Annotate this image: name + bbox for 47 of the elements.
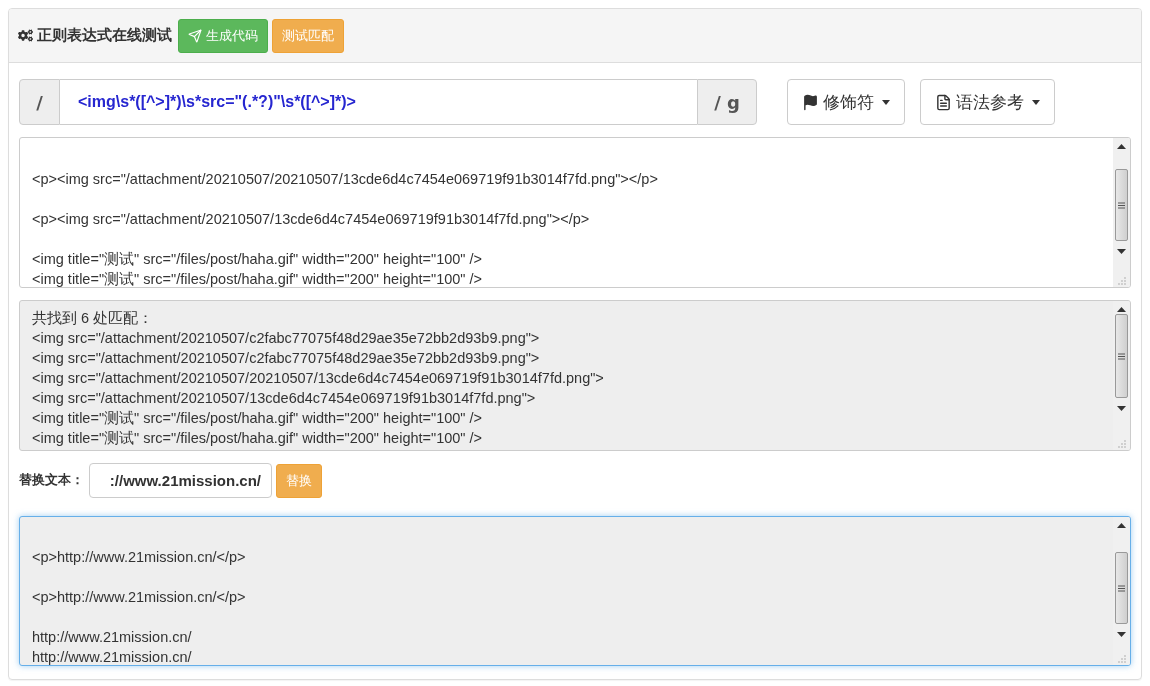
text-line: <img title="测试" src="/files/post/haha.gif" width="200" height="100" /> (32, 429, 484, 448)
caret-icon (1032, 99, 1040, 105)
text-line: <p>http://www.21mission.cn/</p> (32, 588, 247, 607)
text-line: <img title="测试" src="/files/post/haha.gif" width="200" height="100" /> (32, 270, 484, 287)
regex-flags: / g (697, 79, 757, 125)
text-line: <p><img src="/attachment/20210507/13cde6d4c7454e069719f91b3014f7fd.png"></p> (32, 210, 591, 229)
text-line: <p>http://www.21mission.cn/</p> (32, 548, 247, 567)
paper-plane-icon (188, 28, 202, 43)
document-icon (935, 93, 952, 111)
text-line: 共找到 6 处匹配： (32, 309, 155, 328)
scrollbar-thumb[interactable] (1115, 552, 1128, 624)
scroll-down-icon[interactable] (1117, 632, 1126, 637)
scrollbar-thumb[interactable] (1115, 314, 1128, 398)
scrollbar-thumb[interactable] (1115, 169, 1128, 241)
text-line: <p><img src="/attachment/20210507/20210507/13cde6d4c7454e069719f91b3014f7fd.png"></p> (32, 170, 659, 189)
text-line: http://www.21mission.cn/ (32, 628, 193, 647)
regex-delimiter: / (19, 79, 60, 125)
gears-icon (18, 28, 33, 43)
replace-label: 替换文本： (19, 472, 85, 489)
source-textarea[interactable] (19, 137, 1131, 288)
scroll-up-icon[interactable] (1117, 523, 1126, 528)
resize-grip-icon[interactable] (1117, 440, 1126, 448)
regex-input[interactable]: <img\s*([^>]*)\s*src="(.*?)"\s*([^>]*)> (60, 79, 697, 125)
flag-icon (802, 93, 819, 111)
scroll-down-icon[interactable] (1117, 249, 1126, 254)
scroll-up-icon[interactable] (1117, 307, 1126, 312)
dropdown-button[interactable]: 语法参考 (920, 79, 1055, 125)
text-line: <img title="测试" src="/files/post/haha.gif" width="200" height="100" /> (32, 250, 484, 269)
scroll-down-icon[interactable] (1117, 406, 1126, 411)
dropdown-button[interactable]: 修饰符 (787, 79, 905, 125)
text-line: <img src="/attachment/20210507/c2fabc77075f48d29ae35e72bb2d93b9.png"> (32, 329, 541, 348)
result-textarea[interactable] (19, 300, 1131, 451)
scroll-up-icon[interactable] (1117, 144, 1126, 149)
caret-icon (882, 99, 890, 105)
text-line: <img src="/attachment/20210507/13cde6d4c7454e069719f91b3014f7fd.png"> (32, 389, 537, 408)
text-line: <img title="测试" src="/files/post/haha.gif" width="200" height="100" /> (32, 409, 484, 428)
text-line: http://www.21mission.cn/ (32, 648, 193, 665)
resize-grip-icon[interactable] (1117, 655, 1126, 663)
scrollbar[interactable] (1113, 301, 1130, 450)
scrollbar[interactable] (1113, 517, 1130, 665)
panel-title: 正则表达式在线测试 (37, 26, 172, 45)
output-textarea[interactable]: <p>http://www.21mission.cn/</p> <p>http://www.21mission.cn/</p> http://www.21mission.cn/ http://www.21mission.cn/ (19, 516, 1131, 666)
resize-grip-icon[interactable] (1117, 277, 1126, 285)
replace-input[interactable]: ://www.21mission.cn/ (89, 463, 272, 498)
scrollbar[interactable] (1113, 138, 1130, 287)
text-line: <img src="/attachment/20210507/c2fabc77075f48d29ae35e72bb2d93b9.png"> (32, 349, 541, 368)
text-line: <img src="/attachment/20210507/20210507/13cde6d4c7454e069719f91b3014f7fd.png"> (32, 369, 605, 388)
